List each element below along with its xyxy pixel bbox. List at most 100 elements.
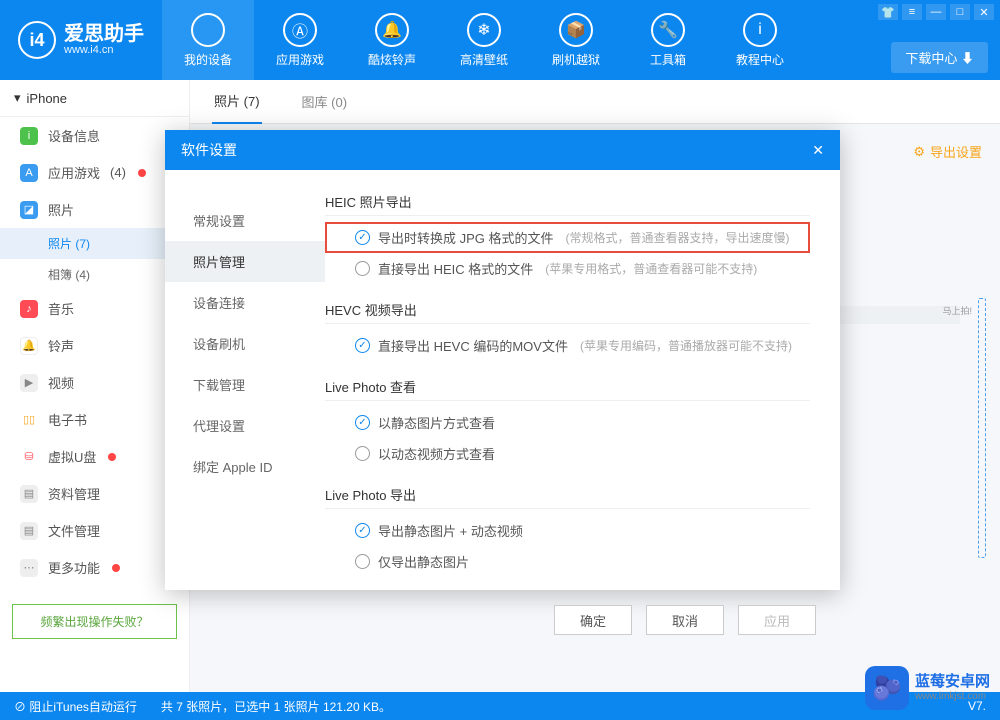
- watermark-text: 蓝莓安卓网: [915, 674, 990, 691]
- section-title: HEVC 视频导出: [325, 300, 810, 324]
- minimize-button[interactable]: —: [926, 4, 946, 20]
- opt-export-static[interactable]: 仅导出静态图片: [325, 546, 810, 577]
- logo: i4 爱思助手 www.i4.cn: [0, 21, 162, 59]
- download-center-button[interactable]: 下载中心 ⬇: [891, 42, 988, 73]
- device-selector[interactable]: ▾iPhone: [0, 80, 189, 117]
- opt-export-both[interactable]: 导出静态图片 + 动态视频: [325, 515, 810, 546]
- sidebar-item-music[interactable]: ♪音乐: [0, 290, 189, 327]
- cat-proxy[interactable]: 代理设置: [165, 405, 325, 446]
- wallpaper-icon: ❄: [467, 13, 501, 47]
- sidebar-item-data[interactable]: ▤资料管理: [0, 475, 189, 512]
- info-icon: i: [20, 127, 38, 145]
- nav-tutorials[interactable]: i教程中心: [714, 0, 806, 80]
- sidebar-item-videos[interactable]: ▶视频: [0, 364, 189, 401]
- logo-icon: i4: [18, 21, 56, 59]
- radio-icon: [355, 523, 370, 538]
- nav-flash[interactable]: 📦刷机越狱: [530, 0, 622, 80]
- apply-button[interactable]: 应用: [738, 605, 816, 635]
- sidebar-item-udisk[interactable]: ⛁虚拟U盘: [0, 438, 189, 475]
- sidebar-item-more[interactable]: ⋯更多功能: [0, 549, 189, 586]
- section-livephoto-export: Live Photo 导出 导出静态图片 + 动态视频 仅导出静态图片: [325, 485, 810, 577]
- cat-download[interactable]: 下载管理: [165, 364, 325, 405]
- badge-dot-icon: [112, 564, 120, 572]
- cat-connection[interactable]: 设备连接: [165, 282, 325, 323]
- strip-label: 马上拍!: [942, 304, 972, 317]
- opt-view-static[interactable]: 以静态图片方式查看: [325, 407, 810, 438]
- menu-button[interactable]: ≡: [902, 4, 922, 20]
- nav-apps[interactable]: Ⓐ应用游戏: [254, 0, 346, 80]
- settings-content: HEIC 照片导出 导出时转换成 JPG 格式的文件(常规格式，普通查看器支持，…: [325, 170, 840, 605]
- sidebar-sub-photos[interactable]: 照片 (7): [0, 228, 189, 259]
- opt-heic-direct[interactable]: 直接导出 HEIC 格式的文件(苹果专用格式，普通查看器可能不支持): [325, 253, 810, 284]
- opt-heic-to-jpg[interactable]: 导出时转换成 JPG 格式的文件(常规格式，普通查看器支持，导出速度慢): [325, 222, 810, 253]
- sidebar-sub-albums[interactable]: 相簿 (4): [0, 259, 189, 290]
- radio-icon: [355, 230, 370, 245]
- radio-icon: [355, 338, 370, 353]
- ok-button[interactable]: 确定: [554, 605, 632, 635]
- blueberry-icon: 🫐: [865, 666, 909, 710]
- sidebar-item-device-info[interactable]: i设备信息: [0, 117, 189, 154]
- itunes-toggle[interactable]: ⊘ 阻止iTunes自动运行: [14, 698, 137, 715]
- opt-view-dynamic[interactable]: 以动态视频方式查看: [325, 438, 810, 469]
- app-title: 爱思助手: [64, 24, 144, 44]
- dialog-buttons: 确定 取消 应用: [165, 605, 840, 653]
- settings-categories: 常规设置 照片管理 设备连接 设备刷机 下载管理 代理设置 绑定 Apple I…: [165, 170, 325, 605]
- watermark: 🫐 蓝莓安卓网 www.lmkjst.com: [865, 666, 990, 710]
- close-button[interactable]: ✕: [974, 4, 994, 20]
- status-bar: ⊘ 阻止iTunes自动运行 共 7 张照片，已选中 1 张照片 121.20 …: [0, 692, 1000, 720]
- badge-dot-icon: [138, 169, 146, 177]
- sidebar-item-ebooks[interactable]: ▯▯电子书: [0, 401, 189, 438]
- window-controls: 👕 ≡ — □ ✕: [878, 4, 994, 20]
- help-link[interactable]: 频繁出现操作失败？: [12, 604, 177, 639]
- radio-icon: [355, 554, 370, 569]
- tab-photos[interactable]: 照片 (7): [212, 79, 262, 124]
- cancel-button[interactable]: 取消: [646, 605, 724, 635]
- sidebar-item-ringtones[interactable]: 🔔铃声: [0, 327, 189, 364]
- apps-icon: A: [20, 164, 38, 182]
- dialog-titlebar: 软件设置 ✕: [165, 130, 840, 170]
- nav-wallpapers[interactable]: ❄高清壁纸: [438, 0, 530, 80]
- section-hevc-export: HEVC 视频导出 直接导出 HEVC 编码的MOV文件(苹果专用编码，普通播放…: [325, 300, 810, 361]
- chevron-down-icon: ▾: [14, 90, 21, 106]
- sidebar-item-photos[interactable]: ◪照片: [0, 191, 189, 228]
- photo-icon: ◪: [20, 201, 38, 219]
- apple-icon: [191, 13, 225, 47]
- tab-gallery[interactable]: 图库 (0): [302, 92, 348, 111]
- disk-icon: ⛁: [20, 448, 38, 466]
- settings-dialog: 软件设置 ✕ 常规设置 照片管理 设备连接 设备刷机 下载管理 代理设置 绑定 …: [165, 130, 840, 590]
- nav-ringtones[interactable]: 🔔酷炫铃声: [346, 0, 438, 80]
- book-icon: ▯▯: [20, 411, 38, 429]
- skin-button[interactable]: 👕: [878, 4, 898, 20]
- section-livephoto-view: Live Photo 查看 以静态图片方式查看 以动态视频方式查看: [325, 377, 810, 469]
- opt-hevc-direct[interactable]: 直接导出 HEVC 编码的MOV文件(苹果专用编码，普通播放器可能不支持): [325, 330, 810, 361]
- tools-icon: 🔧: [651, 13, 685, 47]
- gear-icon: ⚙: [913, 144, 925, 160]
- nav-toolbox[interactable]: 🔧工具箱: [622, 0, 714, 80]
- watermark-url: www.lmkjst.com: [915, 691, 990, 702]
- nav-my-device[interactable]: 我的设备: [162, 0, 254, 80]
- cat-appleid[interactable]: 绑定 Apple ID: [165, 446, 325, 487]
- app-header: i4 爱思助手 www.i4.cn 我的设备 Ⓐ应用游戏 🔔酷炫铃声 ❄高清壁纸…: [0, 0, 1000, 80]
- bell-icon: 🔔: [20, 337, 38, 355]
- cat-photo[interactable]: 照片管理: [165, 241, 325, 282]
- dialog-close-button[interactable]: ✕: [812, 142, 824, 159]
- app-subtitle: www.i4.cn: [64, 44, 144, 56]
- timeline-strip[interactable]: [978, 298, 986, 558]
- section-title: Live Photo 导出: [325, 485, 810, 509]
- export-settings-button[interactable]: ⚙导出设置: [913, 142, 982, 161]
- box-icon: 📦: [559, 13, 593, 47]
- radio-icon: [355, 446, 370, 461]
- sidebar: ▾iPhone i设备信息 A应用游戏(4) ◪照片 照片 (7) 相簿 (4)…: [0, 80, 190, 692]
- section-heic-export: HEIC 照片导出 导出时转换成 JPG 格式的文件(常规格式，普通查看器支持，…: [325, 192, 810, 284]
- sidebar-item-apps[interactable]: A应用游戏(4): [0, 154, 189, 191]
- cat-general[interactable]: 常规设置: [165, 200, 325, 241]
- dialog-title: 软件设置: [181, 140, 237, 160]
- music-icon: ♪: [20, 300, 38, 318]
- radio-icon: [355, 261, 370, 276]
- sidebar-item-files[interactable]: ▤文件管理: [0, 512, 189, 549]
- maximize-button[interactable]: □: [950, 4, 970, 20]
- cat-flash[interactable]: 设备刷机: [165, 323, 325, 364]
- info-icon: i: [743, 13, 777, 47]
- selection-info: 共 7 张照片，已选中 1 张照片 121.20 KB。: [161, 698, 391, 715]
- dialog-body: 常规设置 照片管理 设备连接 设备刷机 下载管理 代理设置 绑定 Apple I…: [165, 170, 840, 605]
